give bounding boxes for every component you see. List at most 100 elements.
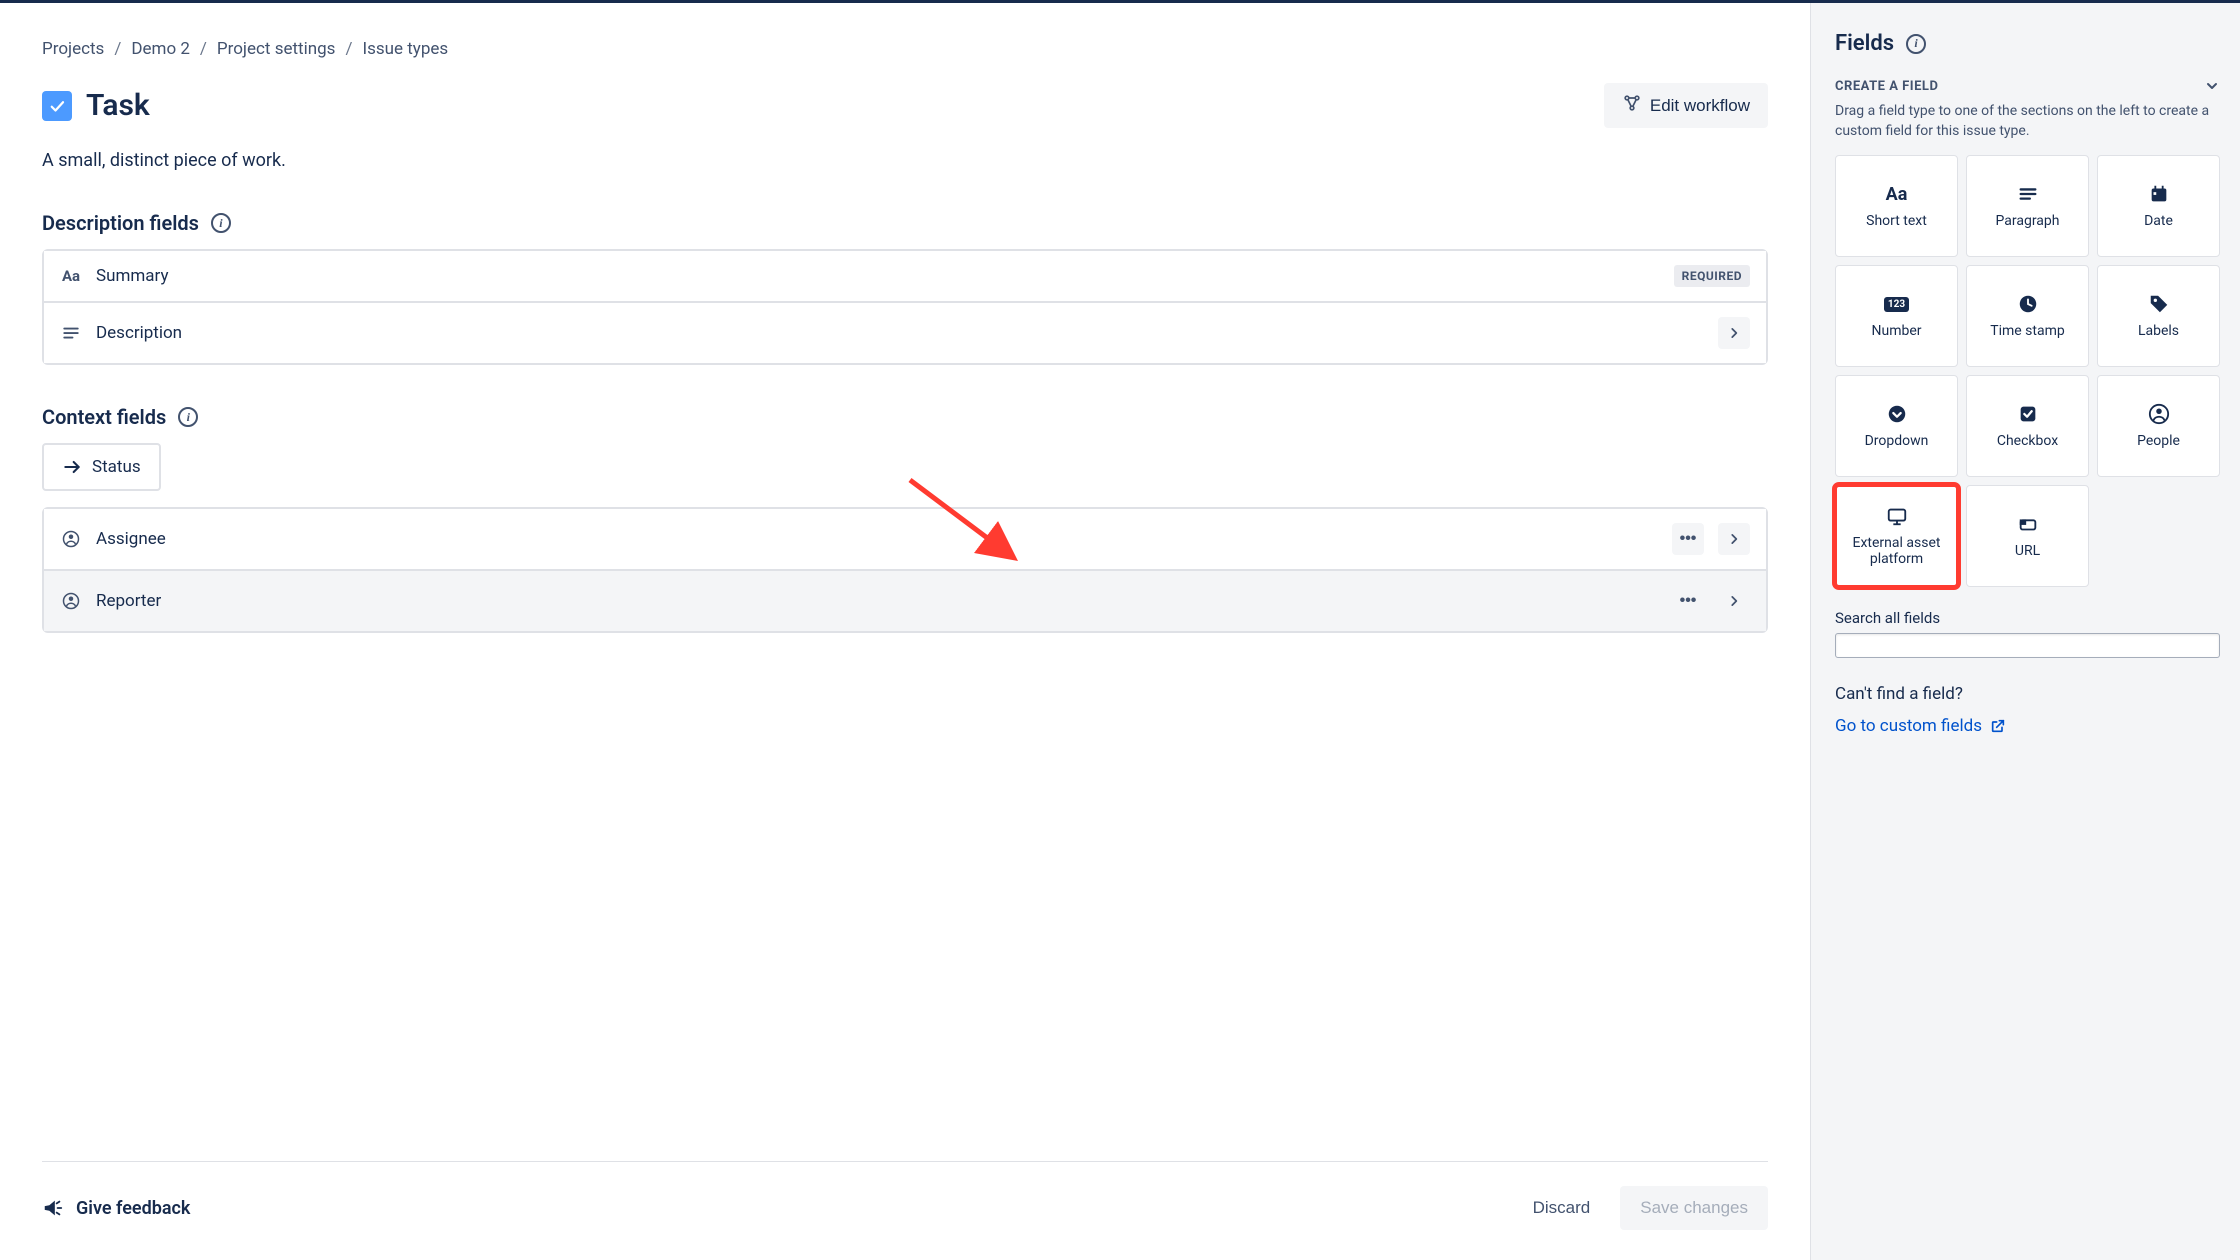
people-icon — [2148, 403, 2170, 425]
more-actions-button[interactable]: ••• — [1672, 523, 1704, 555]
field-tile-url[interactable]: URL — [1966, 485, 2089, 587]
breadcrumb-item[interactable]: Demo 2 — [131, 39, 190, 59]
tile-label: Number — [1871, 323, 1921, 339]
field-name: Reporter — [96, 591, 1658, 611]
person-icon — [60, 592, 82, 610]
tile-label: Checkbox — [1997, 433, 2058, 449]
feedback-label: Give feedback — [76, 1198, 190, 1219]
dropdown-icon — [1886, 403, 1908, 425]
short-text-icon: Aa — [1886, 183, 1908, 205]
field-tile-labels[interactable]: Labels — [2097, 265, 2220, 367]
short-text-icon: Aa — [60, 267, 82, 285]
task-icon — [42, 91, 72, 121]
custom-fields-link[interactable]: Go to custom fields — [1835, 716, 2220, 736]
paragraph-icon — [60, 324, 82, 342]
field-tile-checkbox[interactable]: Checkbox — [1966, 375, 2089, 477]
paragraph-icon — [2017, 183, 2039, 205]
breadcrumb-separator: / — [114, 39, 121, 59]
field-row-summary[interactable]: Aa Summary REQUIRED — [44, 251, 1766, 303]
info-icon[interactable]: i — [211, 213, 231, 233]
create-field-toggle[interactable]: CREATE A FIELD — [1835, 78, 2220, 94]
info-icon[interactable]: i — [1906, 34, 1926, 54]
breadcrumb-item[interactable]: Issue types — [362, 39, 448, 59]
sidebar-title: Fields — [1835, 31, 1894, 56]
breadcrumb-item[interactable]: Projects — [42, 39, 104, 59]
field-name: Summary — [96, 266, 1660, 286]
app-root: Projects / Demo 2 / Project settings / I… — [0, 0, 2240, 1260]
tile-label: Paragraph — [1996, 213, 2060, 229]
field-tile-paragraph[interactable]: Paragraph — [1966, 155, 2089, 257]
custom-fields-label: Go to custom fields — [1835, 716, 1982, 736]
person-icon — [60, 530, 82, 548]
info-icon[interactable]: i — [178, 407, 198, 427]
field-type-grid: Aa Short text Paragraph Date 123 Number — [1835, 155, 2220, 587]
context-fields-section: Context fields i Status Assignee ••• — [42, 405, 1768, 633]
create-field-label: CREATE A FIELD — [1835, 79, 1938, 94]
page-title: Task — [86, 88, 150, 123]
field-tile-short-text[interactable]: Aa Short text — [1835, 155, 1958, 257]
expand-button[interactable] — [1718, 317, 1750, 349]
tile-label: Dropdown — [1865, 433, 1929, 449]
discard-button[interactable]: Discard — [1521, 1188, 1603, 1228]
create-field-helper: Drag a field type to one of the sections… — [1835, 102, 2220, 141]
cant-find-label: Can't find a field? — [1835, 684, 2220, 704]
field-tile-people[interactable]: People — [2097, 375, 2220, 477]
footer-actions: Discard Save changes — [1521, 1186, 1768, 1230]
url-icon — [2017, 513, 2039, 535]
description-field-group: Aa Summary REQUIRED Description — [42, 249, 1768, 365]
section-title: Context fields — [42, 405, 166, 429]
search-fields-label: Search all fields — [1835, 609, 2220, 627]
field-row-description[interactable]: Description — [44, 303, 1766, 363]
clock-icon — [2017, 293, 2039, 315]
tile-label: People — [2137, 433, 2180, 449]
breadcrumb-item[interactable]: Project settings — [217, 39, 336, 59]
page-title-wrap: Task — [42, 88, 150, 123]
calendar-icon — [2148, 183, 2170, 205]
more-actions-button[interactable]: ••• — [1672, 585, 1704, 617]
edit-workflow-button[interactable]: Edit workflow — [1604, 83, 1768, 128]
section-title: Description fields — [42, 211, 199, 235]
tile-label: Labels — [2138, 323, 2179, 339]
page-subtitle: A small, distinct piece of work. — [42, 150, 1768, 171]
field-name: Description — [96, 323, 1704, 343]
field-tile-time-stamp[interactable]: Time stamp — [1966, 265, 2089, 367]
tile-label: Time stamp — [1990, 323, 2065, 339]
field-row-assignee[interactable]: Assignee ••• — [44, 509, 1766, 571]
sidebar-heading: Fields i — [1835, 31, 2220, 56]
breadcrumb-separator: / — [200, 39, 207, 59]
field-tile-date[interactable]: Date — [2097, 155, 2220, 257]
tile-label: Date — [2144, 213, 2173, 229]
description-fields-section: Description fields i Aa Summary REQUIRED… — [42, 211, 1768, 365]
expand-button[interactable] — [1718, 523, 1750, 555]
tile-label: URL — [2015, 543, 2040, 559]
workflow-icon — [1622, 93, 1642, 118]
monitor-icon — [1886, 505, 1908, 527]
tile-label: External asset platform — [1842, 535, 1951, 567]
main-panel: Projects / Demo 2 / Project settings / I… — [0, 3, 1810, 1260]
edit-workflow-label: Edit workflow — [1650, 96, 1750, 116]
fields-sidebar: Fields i CREATE A FIELD Drag a field typ… — [1810, 3, 2240, 1260]
save-changes-button[interactable]: Save changes — [1620, 1186, 1768, 1230]
give-feedback-button[interactable]: Give feedback — [42, 1197, 190, 1219]
expand-button[interactable] — [1718, 585, 1750, 617]
status-label: Status — [92, 457, 141, 477]
required-badge: REQUIRED — [1674, 265, 1750, 287]
breadcrumb-separator: / — [345, 39, 352, 59]
field-tile-number[interactable]: 123 Number — [1835, 265, 1958, 367]
field-tile-dropdown[interactable]: Dropdown — [1835, 375, 1958, 477]
tag-icon — [2148, 293, 2170, 315]
section-heading: Context fields i — [42, 405, 1768, 429]
page-header: Task Edit workflow — [42, 83, 1768, 128]
search-fields-input[interactable] — [1835, 633, 2220, 658]
status-chip[interactable]: Status — [42, 443, 161, 491]
field-tile-external-asset-platform[interactable]: External asset platform — [1835, 485, 1958, 587]
checkbox-icon — [2017, 403, 2039, 425]
breadcrumb: Projects / Demo 2 / Project settings / I… — [42, 39, 1768, 59]
context-field-group: Assignee ••• Reporter ••• — [42, 507, 1768, 633]
field-row-reporter[interactable]: Reporter ••• — [44, 571, 1766, 631]
field-name: Assignee — [96, 529, 1658, 549]
number-icon: 123 — [1884, 293, 1909, 315]
tile-label: Short text — [1866, 213, 1927, 229]
section-heading: Description fields i — [42, 211, 1768, 235]
footer: Give feedback Discard Save changes — [42, 1161, 1768, 1260]
